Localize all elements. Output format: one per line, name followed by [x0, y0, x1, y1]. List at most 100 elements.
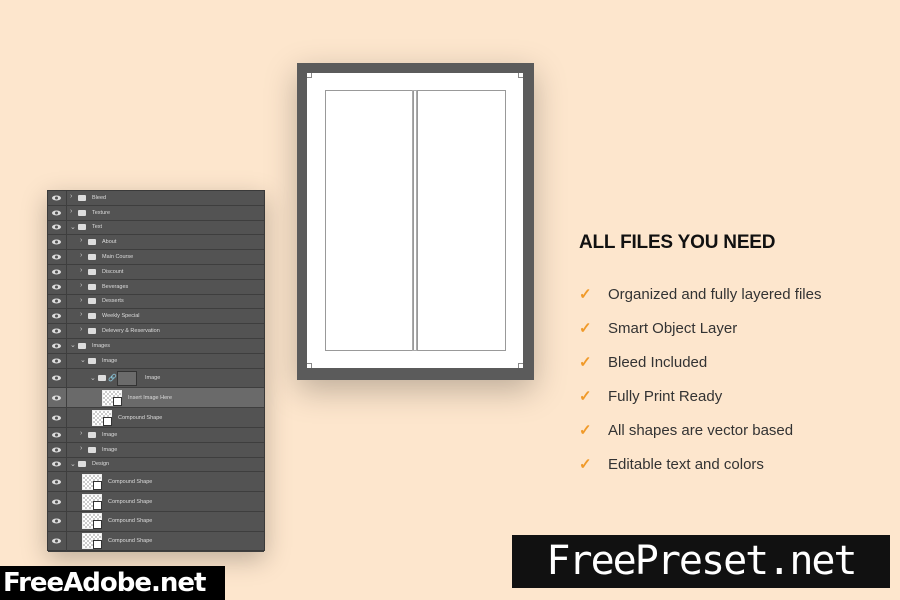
layer-name: Beverages	[102, 283, 129, 290]
layer-row[interactable]: Compound Shape	[48, 492, 264, 512]
eye-icon[interactable]	[52, 284, 61, 290]
layer-name: Design	[92, 461, 110, 468]
divider	[66, 492, 67, 511]
eye-icon[interactable]	[52, 375, 61, 381]
eye-icon[interactable]	[52, 461, 61, 467]
layer-row[interactable]: › Desserts	[48, 294, 264, 310]
divider	[66, 191, 67, 205]
divider	[66, 427, 67, 442]
eye-icon[interactable]	[52, 395, 61, 401]
feature-item: ✓ Fully Print Ready	[579, 387, 722, 406]
check-icon: ✓	[579, 286, 592, 303]
feature-label: All shapes are vector based	[608, 421, 794, 439]
layer-row[interactable]: Compound Shape	[48, 531, 264, 552]
layer-row[interactable]: › Texture	[48, 205, 264, 221]
chevron-right-icon[interactable]: ›	[80, 430, 82, 437]
eye-icon[interactable]	[52, 499, 61, 505]
layer-row[interactable]: › Main Course	[48, 250, 264, 265]
eye-icon[interactable]	[52, 224, 61, 230]
chevron-right-icon[interactable]: ›	[80, 252, 82, 259]
divider	[66, 531, 67, 551]
eye-icon[interactable]	[52, 239, 61, 245]
layer-row[interactable]: Compound Shape	[48, 408, 264, 428]
eye-icon[interactable]	[52, 254, 61, 260]
eye-icon[interactable]	[52, 210, 61, 216]
chevron-down-icon[interactable]: ⌄	[90, 374, 96, 382]
layer-row[interactable]: ⌄ Image	[48, 353, 264, 369]
layer-row[interactable]: › About	[48, 235, 264, 251]
chevron-down-icon[interactable]: ⌄	[80, 356, 86, 364]
layer-row[interactable]: › Image	[48, 427, 264, 443]
page-canvas	[307, 73, 523, 368]
eye-icon[interactable]	[52, 447, 61, 453]
layer-row[interactable]: ⌄ Design	[48, 457, 264, 473]
folder-icon	[78, 461, 86, 468]
check-icon: ✓	[579, 456, 592, 473]
layer-row[interactable]: › Beverages	[48, 279, 264, 295]
layer-name: Weekly Special	[102, 313, 140, 320]
eye-icon[interactable]	[52, 415, 61, 421]
eye-icon[interactable]	[52, 269, 61, 275]
layer-row[interactable]: ⌄ Text	[48, 220, 264, 236]
layer-row[interactable]: › Discount	[48, 264, 264, 280]
chevron-down-icon[interactable]: ⌄	[70, 460, 76, 468]
folder-icon	[88, 298, 96, 305]
divider	[66, 250, 67, 264]
chevron-right-icon[interactable]: ›	[70, 193, 72, 200]
folder-icon	[78, 209, 86, 216]
divider	[66, 264, 67, 279]
divider	[66, 442, 67, 457]
layer-row[interactable]: Compound Shape	[48, 511, 264, 532]
chevron-right-icon[interactable]: ›	[80, 267, 82, 274]
layer-row[interactable]: › Weekly Special	[48, 309, 264, 325]
chevron-right-icon[interactable]: ›	[80, 237, 82, 244]
eye-icon[interactable]	[52, 313, 61, 319]
chevron-right-icon[interactable]: ›	[80, 326, 82, 333]
chevron-right-icon[interactable]: ›	[80, 282, 82, 289]
features-title: ALL FILES YOU NEED	[579, 232, 776, 253]
divider	[66, 353, 67, 368]
chevron-right-icon[interactable]: ›	[80, 445, 82, 452]
layer-name: Insert Image Here	[128, 394, 173, 401]
eye-icon[interactable]	[52, 195, 61, 201]
eye-icon[interactable]	[52, 518, 61, 524]
eye-icon[interactable]	[52, 358, 61, 364]
layer-thumbnail	[82, 513, 102, 530]
layer-thumbnail	[82, 533, 102, 550]
eye-icon[interactable]	[52, 479, 61, 485]
layer-thumbnail	[82, 493, 102, 510]
chevron-down-icon[interactable]: ⌄	[70, 341, 76, 349]
layer-row[interactable]: ⌄ 🔗 Image	[48, 368, 264, 389]
folder-icon	[88, 283, 96, 290]
divider	[66, 220, 67, 235]
eye-icon[interactable]	[52, 538, 61, 544]
layer-name: About	[102, 239, 117, 246]
eye-icon[interactable]	[52, 343, 61, 349]
chevron-right-icon[interactable]: ›	[80, 297, 82, 304]
right-panel-guide	[417, 90, 506, 351]
folder-icon	[88, 254, 96, 261]
divider	[66, 511, 67, 531]
layer-name: Compound Shape	[108, 518, 153, 525]
folder-icon	[88, 431, 96, 438]
layer-row[interactable]: Compound Shape	[48, 472, 264, 493]
folder-icon	[88, 268, 96, 275]
left-panel-guide	[325, 90, 414, 351]
feature-item: ✓ Smart Object Layer	[579, 319, 737, 338]
eye-icon[interactable]	[52, 298, 61, 304]
layers-panel: › Bleed › Texture ⌄ Text › About › Main Course › Di…	[47, 190, 265, 552]
layer-row[interactable]: Insert Image Here	[48, 388, 264, 409]
layer-row[interactable]: › Image	[48, 442, 264, 458]
link-icon: 🔗	[108, 374, 117, 382]
layer-row[interactable]: ⌄ Images	[48, 338, 264, 354]
divider	[66, 457, 67, 472]
chevron-right-icon[interactable]: ›	[80, 311, 82, 318]
layer-row[interactable]: › Delevery & Reservation	[48, 324, 264, 339]
eye-icon[interactable]	[52, 432, 61, 438]
layer-name: Compound Shape	[108, 538, 153, 545]
chevron-down-icon[interactable]: ⌄	[70, 223, 76, 231]
chevron-right-icon[interactable]: ›	[70, 208, 72, 215]
eye-icon[interactable]	[52, 328, 61, 334]
folder-icon	[78, 224, 86, 231]
layer-row[interactable]: › Bleed	[48, 191, 264, 206]
